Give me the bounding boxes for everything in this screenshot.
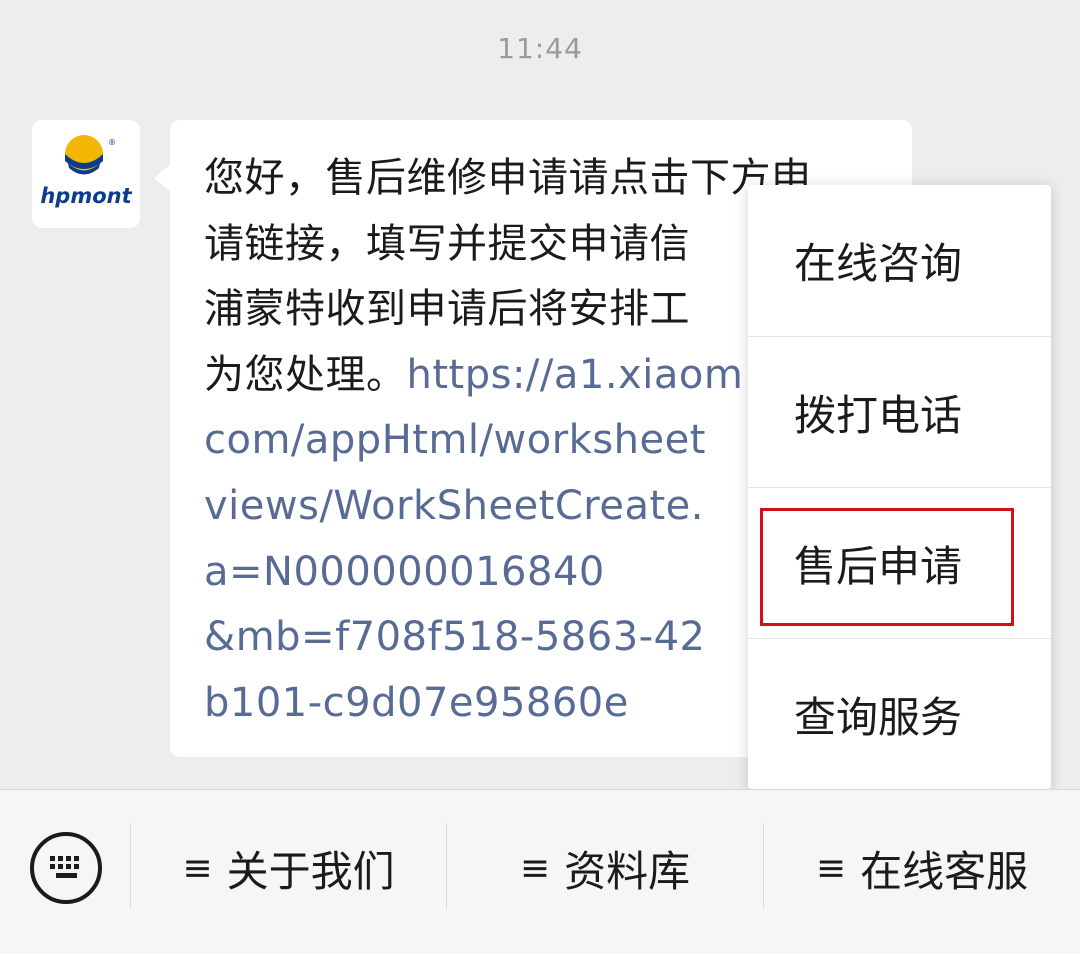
bubble-tail (154, 164, 171, 192)
keyboard-toggle-button[interactable] (28, 830, 104, 906)
menu-button-label: 资料库 (564, 846, 691, 896)
menu-item-query-service[interactable]: 查询服务 (748, 638, 1051, 789)
menu-item-online-consult[interactable]: 在线咨询 (748, 185, 1051, 336)
menu-button-online-service[interactable]: ≡ 在线客服 (764, 830, 1080, 906)
highlight-box (760, 508, 1014, 626)
chat-screen: 11:44 ® hpmont 您好，售后维修申请请点击下方申 请链接，填写并提交… (0, 0, 1080, 954)
bottom-menu-bar: ≡ 关于我们 ≡ 资料库 ≡ 在线客服 (0, 789, 1080, 954)
menu-lines-icon: ≡ (815, 847, 847, 889)
popup-submenu: 在线咨询 拨打电话 售后申请 查询服务 (748, 185, 1051, 789)
menu-button-label: 关于我们 (226, 846, 395, 896)
keyboard-icon (30, 832, 102, 904)
menu-item-after-sales-request[interactable]: 售后申请 (748, 487, 1051, 638)
logo-wordmark: hpmont (40, 184, 132, 208)
menu-button-resource-library[interactable]: ≡ 资料库 (447, 830, 763, 906)
menu-lines-icon: ≡ (182, 847, 213, 889)
message-link[interactable]: https://a1.xiaom com/appHtml/worksheet v… (204, 352, 743, 726)
menu-item-label: 查询服务 (794, 692, 963, 742)
svg-text:®: ® (108, 138, 116, 147)
message-timestamp: 11:44 (497, 32, 583, 65)
menu-button-label: 在线客服 (860, 846, 1029, 896)
menu-item-label: 在线咨询 (794, 239, 963, 288)
menu-item-label: 拨打电话 (794, 390, 963, 440)
menu-lines-icon: ≡ (519, 847, 551, 889)
menu-item-call-phone[interactable]: 拨打电话 (748, 336, 1051, 487)
official-account-avatar[interactable]: ® hpmont (32, 120, 140, 228)
menu-button-about-us[interactable]: ≡ 关于我们 (131, 830, 446, 906)
hpmont-logo-icon: ® hpmont (40, 135, 133, 208)
